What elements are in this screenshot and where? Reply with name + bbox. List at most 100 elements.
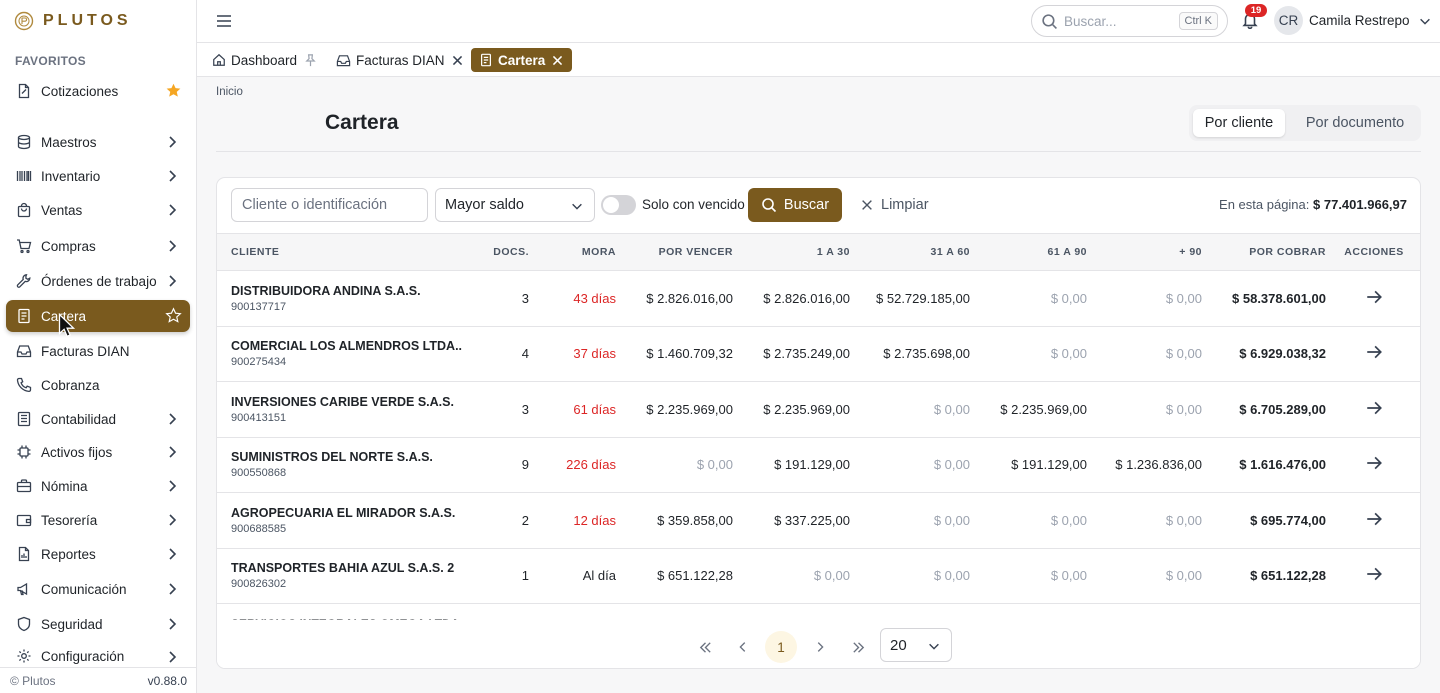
cell-d90: $ 0,00 [1165, 346, 1202, 362]
col-por-cobrar[interactable]: POR COBRAR [1202, 233, 1326, 271]
sidebar-item-comunicacion[interactable]: Comunicación [6, 573, 190, 605]
cell-por-vencer: $ 1.460.709,32 [646, 346, 733, 362]
col-client[interactable]: CLIENTE [217, 233, 479, 271]
chevron-right-icon [164, 512, 180, 528]
cartera-table: CLIENTE DOCS. MORA POR VENCER 1 A 30 31 … [217, 233, 1420, 604]
tab-cartera[interactable]: Cartera [471, 48, 573, 72]
clear-filters-button[interactable]: Limpiar [860, 188, 929, 222]
sidebar-item-ordenes-de-trabajo[interactable]: Órdenes de trabajo [6, 265, 190, 297]
table-row[interactable]: DISTRIBUIDORA ANDINA S.A.S. 900137717 3 43 … [217, 271, 1420, 326]
search-input[interactable] [1064, 13, 1174, 29]
table-row[interactable]: SUMINISTROS DEL NORTE S.A.S. 900550868 9 22… [217, 437, 1420, 493]
star-outline-icon[interactable] [165, 307, 182, 324]
page-total-label: En esta página: [1219, 197, 1310, 212]
col-por-vencer[interactable]: POR VENCER [616, 233, 733, 271]
star-filled-icon[interactable] [165, 82, 182, 99]
cell-d61-90: $ 191.129,00 [1011, 457, 1087, 473]
tab-dashboard[interactable]: Dashboard [212, 48, 318, 72]
sidebar-item-facturas-dian[interactable]: Facturas DIAN [6, 335, 190, 367]
favorite-item-cotizaciones[interactable]: Cotizaciones [6, 75, 190, 107]
arrow-right-icon[interactable] [1365, 288, 1383, 306]
sidebar-item-label: Maestros [41, 134, 97, 150]
cell-d1-30: $ 191.129,00 [774, 457, 850, 473]
cell-d1-30: $ 0,00 [813, 568, 850, 584]
sidebar-item-tesoreria[interactable]: Tesorería [6, 504, 190, 536]
view-mode-toggle: Por cliente Por documento [1189, 105, 1421, 141]
client-name: SUMINISTROS DEL NORTE S.A.S. [231, 450, 433, 465]
toggle-knob [603, 197, 619, 213]
col-61-90[interactable]: 61 A 90 [970, 233, 1087, 271]
cell-por-vencer: $ 651.122,28 [657, 568, 733, 584]
sort-select[interactable]: Mayor saldo [435, 188, 595, 222]
cell-docs: 2 [521, 512, 529, 528]
cell-client: INVERSIONES CARIBE VERDE S.A.S. 900413151 [217, 382, 479, 438]
cell-client: COMERCIAL LOS ALMENDROS LTDA.. 900275434 [217, 326, 479, 382]
open-tabs-bar: Dashboard Facturas DIAN Cartera [197, 43, 1440, 77]
close-icon[interactable] [451, 54, 464, 67]
first-page-button[interactable] [689, 631, 721, 663]
chevron-right-icon [164, 546, 180, 562]
chevrons-right-icon [851, 640, 866, 655]
col-1-30[interactable]: 1 A 30 [733, 233, 850, 271]
sidebar-item-activos-fijos[interactable]: Activos fijos [6, 436, 190, 468]
last-page-button[interactable] [842, 631, 874, 663]
version-text: v0.88.0 [147, 673, 187, 688]
view-by-client-button[interactable]: Por cliente [1193, 109, 1285, 137]
overdue-only-toggle[interactable] [601, 195, 636, 215]
close-icon[interactable] [551, 54, 564, 67]
page-total-value: $ 77.401.966,97 [1313, 197, 1407, 212]
sidebar-item-label: Activos fijos [41, 444, 113, 460]
col-mora[interactable]: MORA [529, 233, 616, 271]
cell-por-vencer: $ 2.235.969,00 [646, 401, 733, 417]
cell-por-vencer: $ 359.858,00 [657, 512, 733, 528]
user-menu[interactable]: CR Camila Restrepo [1274, 6, 1432, 35]
sidebar-item-seguridad[interactable]: Seguridad [6, 608, 190, 640]
sidebar-item-label: Cartera [41, 308, 87, 324]
client-filter-input[interactable] [231, 188, 428, 222]
arrow-right-icon[interactable] [1365, 343, 1383, 361]
sidebar-item-ventas[interactable]: Ventas [6, 194, 190, 226]
topbar: Ctrl K 19 CR Camila Restrepo [197, 0, 1440, 43]
sidebar-item-cobranza[interactable]: Cobranza [6, 369, 190, 401]
client-name: TRANSPORTES BAHIA AZUL S.A.S. 2 [231, 561, 455, 576]
table-row[interactable]: TRANSPORTES BAHIA AZUL S.A.S. 2 900826302… [217, 548, 1420, 604]
cell-d1-30: $ 337.225,00 [774, 512, 850, 528]
arrow-right-icon[interactable] [1365, 510, 1383, 528]
table-row[interactable]: INVERSIONES CARIBE VERDE S.A.S. 900413151… [217, 382, 1420, 438]
sidebar-item-maestros[interactable]: Maestros [6, 126, 190, 158]
search-button[interactable]: Buscar [748, 188, 842, 222]
current-page[interactable]: 1 [765, 631, 797, 663]
chevron-left-icon [736, 640, 750, 654]
col-31-60[interactable]: 31 A 60 [850, 233, 970, 271]
sidebar-item-cartera[interactable]: Cartera [6, 300, 190, 332]
sidebar-item-compras[interactable]: Compras [6, 230, 190, 262]
pin-icon[interactable] [303, 53, 318, 68]
view-by-document-button[interactable]: Por documento [1293, 109, 1417, 137]
tab-facturas-dian[interactable]: Facturas DIAN [336, 48, 464, 72]
prev-page-button[interactable] [727, 631, 759, 663]
global-search[interactable]: Ctrl K [1031, 5, 1228, 37]
sidebar-item-reportes[interactable]: Reportes [6, 538, 190, 570]
table-row[interactable]: AGROPECUARIA EL MIRADOR S.A.S. 900688585 2… [217, 493, 1420, 548]
sidebar-item-inventario[interactable]: Inventario [6, 160, 190, 192]
page-size-select[interactable]: 20 [880, 628, 952, 662]
next-page-button[interactable] [804, 631, 836, 663]
sidebar-item-nomina[interactable]: Nómina [6, 470, 190, 502]
search-button-label: Buscar [783, 197, 830, 213]
table-row[interactable]: COMERCIAL LOS ALMENDROS LTDA.. 900275434 4… [217, 326, 1420, 382]
cell-por-cobrar: $ 1.616.476,00 [1239, 457, 1326, 473]
chevron-right-icon [164, 649, 180, 665]
notifications-badge: 19 [1245, 4, 1267, 17]
search-icon [1041, 13, 1058, 30]
arrow-right-icon[interactable] [1365, 399, 1383, 417]
cell-d1-30: $ 2.735.249,00 [763, 346, 850, 362]
sidebar-item-contabilidad[interactable]: Contabilidad [6, 403, 190, 435]
menu-icon[interactable] [215, 13, 233, 29]
col-90-plus[interactable]: + 90 [1087, 233, 1202, 271]
arrow-right-icon[interactable] [1365, 565, 1383, 583]
chevron-right-icon [813, 640, 827, 654]
col-docs[interactable]: DOCS. [479, 233, 529, 271]
arrow-right-icon[interactable] [1365, 454, 1383, 472]
breadcrumb[interactable]: Inicio [216, 86, 243, 98]
brand-logo[interactable]: PLUTOS [14, 10, 132, 32]
